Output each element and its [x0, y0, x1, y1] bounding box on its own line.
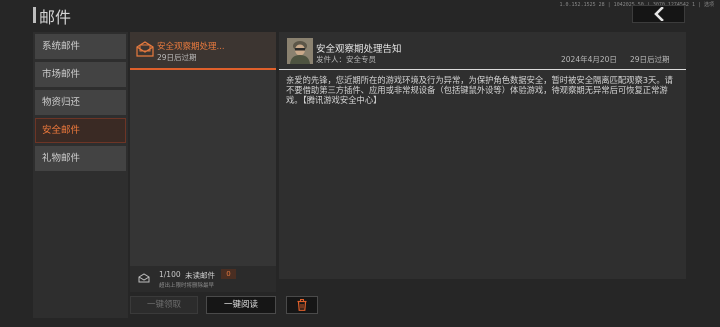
trash-icon	[297, 299, 307, 311]
mail-list-footer: 1/100 未读邮件 0 超出上限时将删除最早	[130, 266, 276, 292]
mailbox-icon	[138, 273, 150, 283]
mail-date: 2024年4月20日	[561, 55, 617, 64]
envelope-icon	[136, 41, 154, 57]
mail-list: 安全观察期处理... 29日后过期	[130, 32, 276, 292]
soldier-avatar-icon	[287, 38, 313, 64]
detail-divider	[279, 69, 686, 70]
title-bar: 邮件 1.0.152.1525 28 | 1042025 50 | 3070 1…	[0, 0, 720, 30]
claim-all-button[interactable]: 一键领取	[130, 296, 198, 314]
mail-list-item[interactable]: 安全观察期处理... 29日后过期	[130, 32, 276, 70]
mail-body: 亲爱的先锋，您近期所在的游戏环境及行为异常，为保护角色数据安全，暂时被安全隔离匹…	[286, 75, 673, 105]
mail-item-expire: 29日后过期	[157, 53, 197, 62]
category-gift-mail[interactable]: 礼物邮件	[35, 146, 126, 171]
back-button[interactable]	[632, 5, 685, 23]
unread-count-badge: 0	[221, 269, 236, 279]
category-system-mail[interactable]: 系统邮件	[35, 34, 126, 59]
mail-count: 1/100	[159, 270, 181, 279]
sender-avatar	[287, 38, 313, 64]
delete-button[interactable]	[286, 296, 318, 314]
mail-detail-title: 安全观察期处理告知	[316, 44, 402, 55]
category-market-mail[interactable]: 市场邮件	[35, 62, 126, 87]
unread-label: 未读邮件	[185, 271, 215, 280]
category-supply-return[interactable]: 物资归还	[35, 90, 126, 115]
mail-limit-note: 超出上限时将删除最早	[159, 283, 215, 289]
read-all-button[interactable]: 一键阅读	[206, 296, 276, 314]
page-title: 邮件	[39, 8, 72, 27]
mail-category-menu: 系统邮件 市场邮件 物资归还 安全邮件 礼物邮件	[33, 32, 128, 318]
category-security-mail[interactable]: 安全邮件	[35, 118, 126, 143]
mail-detail-panel: 安全观察期处理告知 发件人：安全专员 2024年4月20日 29日后过期 亲爱的…	[279, 32, 686, 279]
title-accent-bar	[33, 7, 36, 23]
chevron-left-icon	[653, 7, 664, 21]
mail-sender: 发件人：安全专员	[316, 55, 376, 64]
mail-item-title: 安全观察期处理...	[157, 42, 225, 52]
mail-expire: 29日后过期	[630, 55, 670, 64]
